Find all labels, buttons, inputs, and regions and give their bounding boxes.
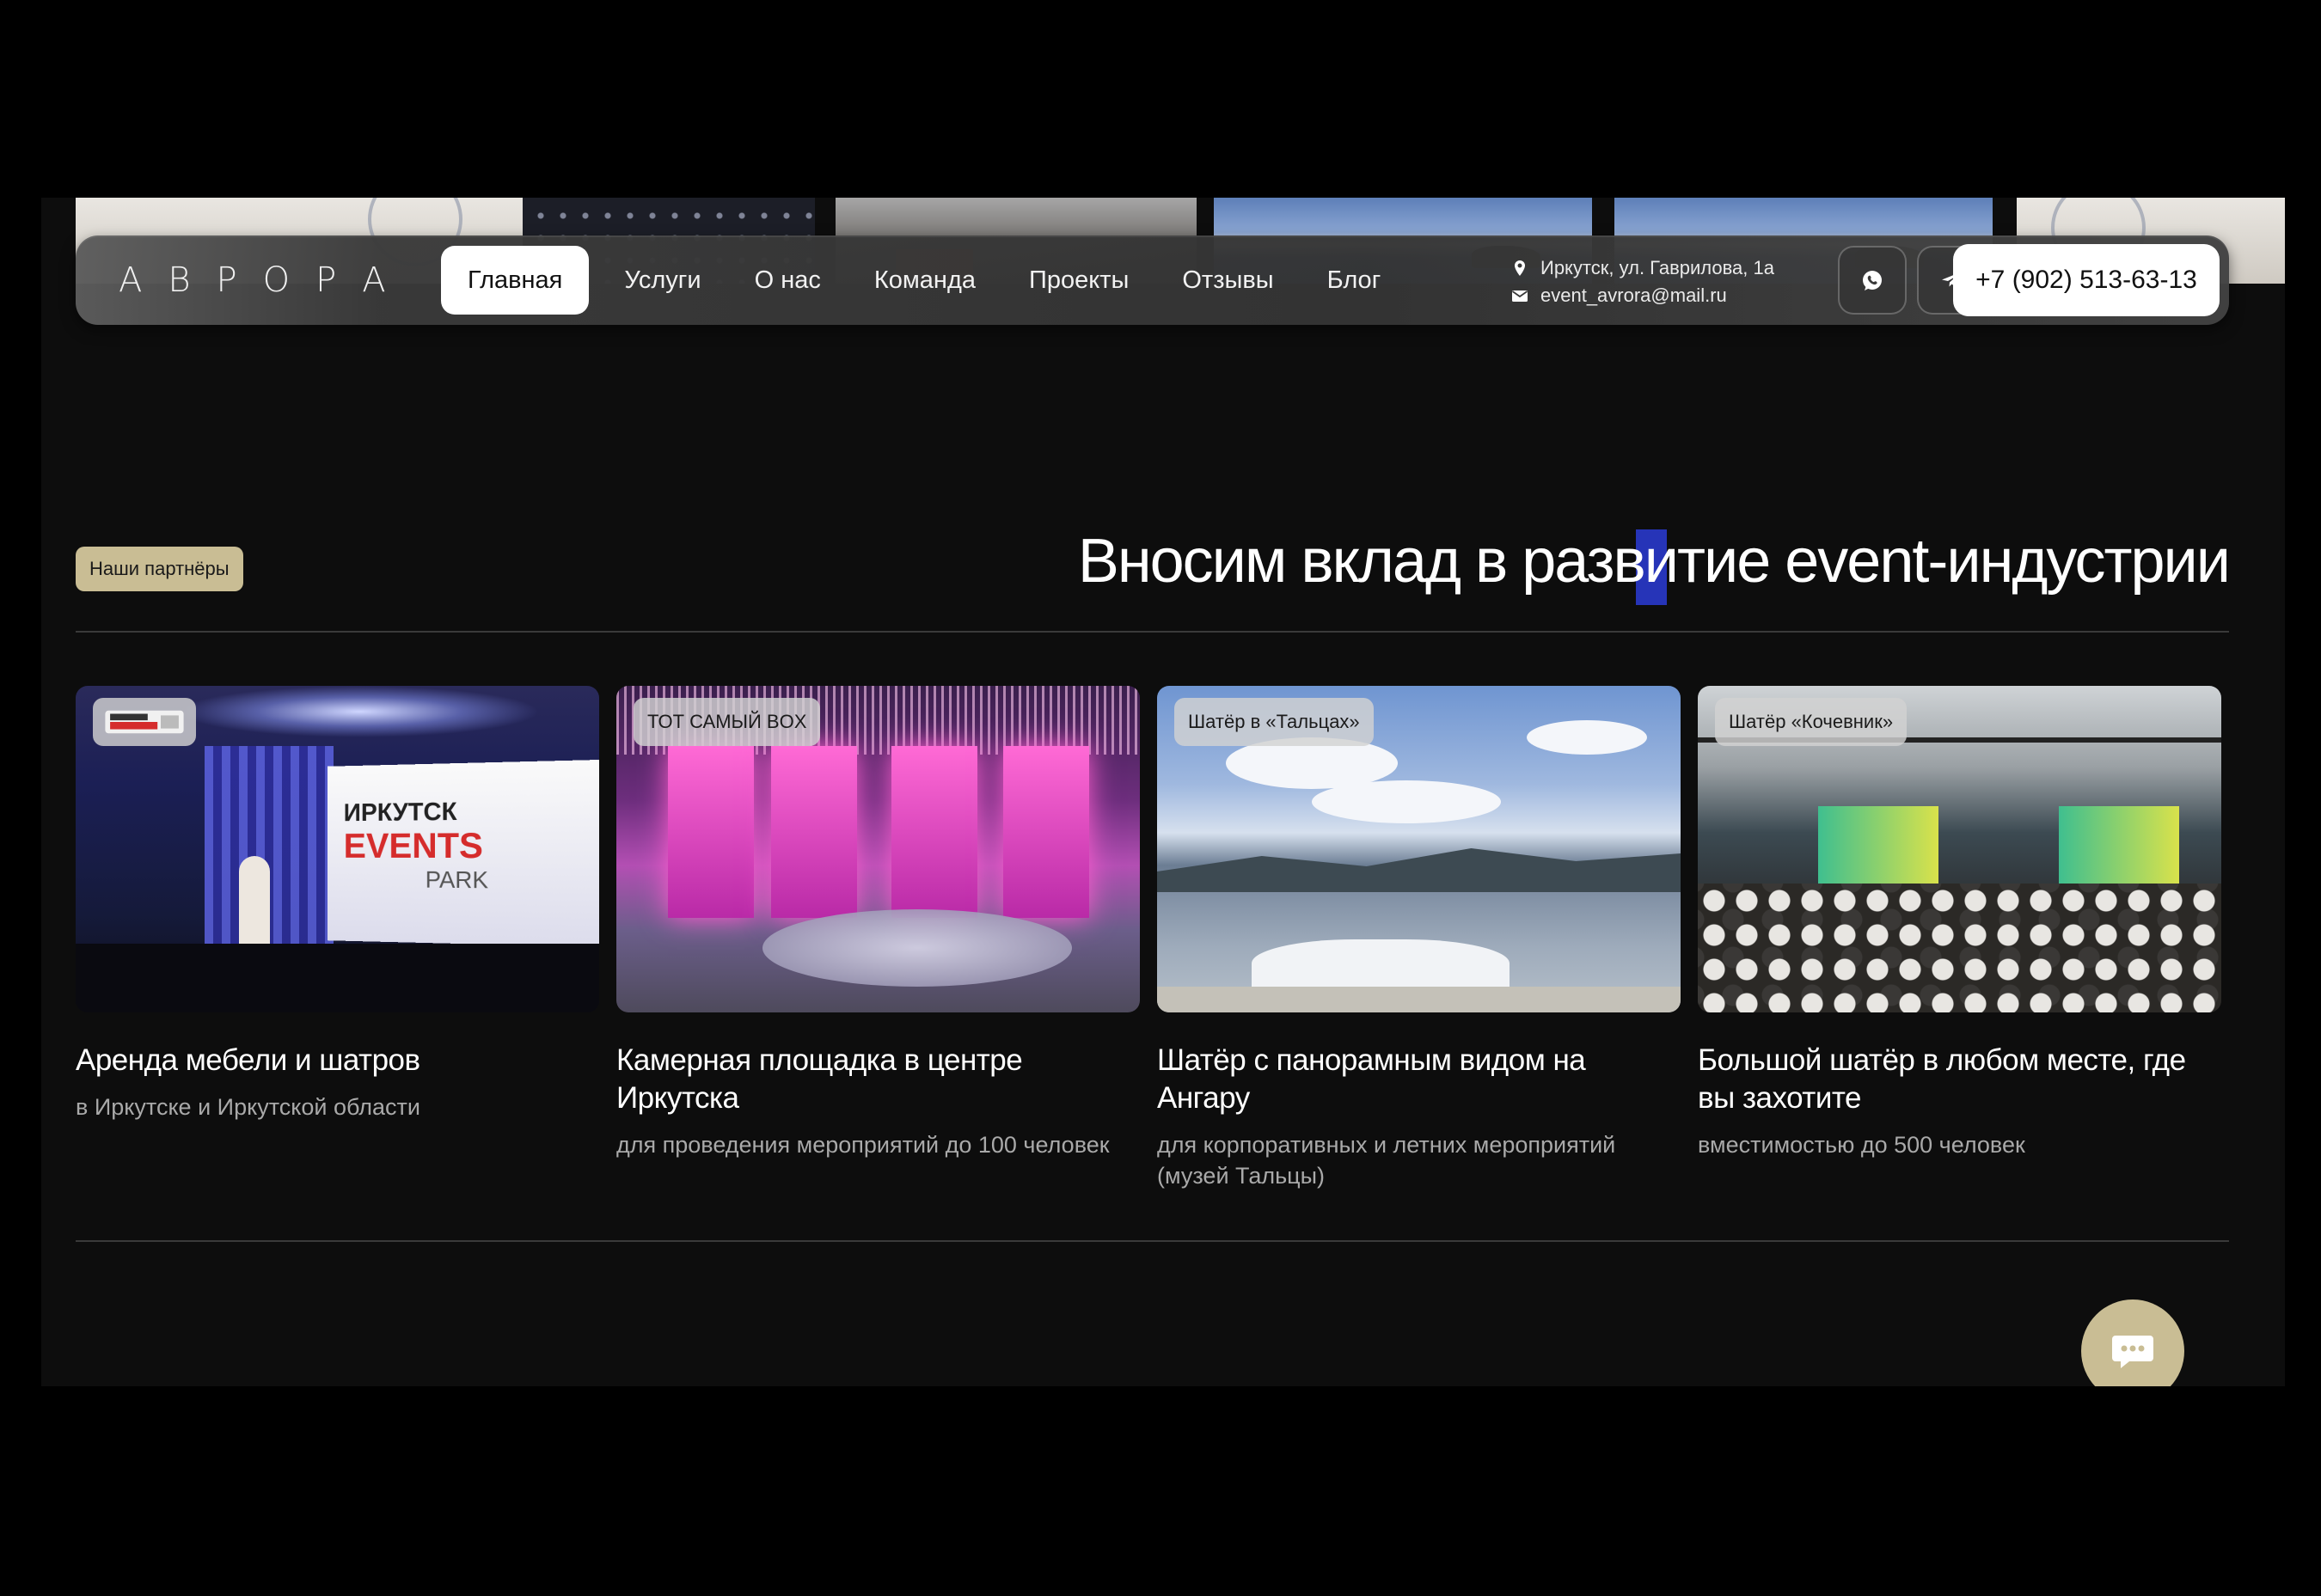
- partner-card[interactable]: ТОТ САМЫЙ BOX Камерная площадка в центре…: [616, 686, 1140, 1160]
- nav-item-team[interactable]: Команда: [848, 246, 1002, 315]
- divider-top: [76, 631, 2229, 633]
- screen-text-city: ИРКУТСК: [343, 798, 457, 828]
- nav-item-home[interactable]: Главная: [441, 246, 590, 315]
- chat-button[interactable]: [2081, 1299, 2184, 1386]
- section-title: Вносим вклад в развитие event-индустрии: [1077, 527, 2231, 596]
- card-image[interactable]: Шатёр в «Тальцах»: [1157, 686, 1681, 1012]
- partner-logo-tag: [93, 698, 196, 746]
- address-text: Иркутск, ул. Гаврилова, 1а: [1540, 257, 1774, 278]
- main-nav: Главная Услуги О нас Команда Проекты Отз…: [441, 246, 1407, 315]
- nav-item-reviews[interactable]: Отзывы: [1155, 246, 1300, 315]
- card-image[interactable]: ТОТ САМЫЙ BOX: [616, 686, 1140, 1012]
- card-subtitle: в Иркутске и Иркутской области: [76, 1094, 420, 1120]
- envelope-icon: [1511, 290, 1528, 302]
- screen-text-events: EVENTS: [343, 824, 483, 866]
- whatsapp-icon: [1863, 271, 1882, 290]
- nav-item-services[interactable]: Услуги: [597, 246, 727, 315]
- header-contacts: Иркутск, ул. Гаврилова, 1а event_avrora@…: [1511, 254, 1774, 309]
- site-header: АВРОРА Главная Услуги О нас Команда Прое…: [76, 235, 2229, 325]
- logo[interactable]: АВРОРА: [119, 260, 412, 300]
- phone-button[interactable]: +7 (902) 513-63-13: [1953, 244, 2220, 316]
- nav-item-about[interactable]: О нас: [728, 246, 848, 315]
- partner-card[interactable]: ИРКУТСК EVENTS PARK Аренда мебели и шатр…: [76, 686, 599, 1122]
- card-image[interactable]: Шатёр «Кочевник»: [1698, 686, 2221, 1012]
- partner-cards: ИРКУТСК EVENTS PARK Аренда мебели и шатр…: [76, 686, 2229, 1202]
- events-park-logo-icon: [105, 710, 184, 734]
- card-tag: Шатёр «Кочевник»: [1715, 698, 1908, 746]
- address-row[interactable]: Иркутск, ул. Гаврилова, 1а: [1511, 254, 1774, 282]
- card-tag: ТОТ САМЫЙ BOX: [634, 698, 821, 746]
- location-pin-icon: [1515, 260, 1525, 276]
- card-title: Камерная площадка в центре Иркутска: [616, 1043, 1023, 1115]
- email-row[interactable]: event_avrora@mail.ru: [1511, 282, 1774, 309]
- divider-bottom: [76, 1240, 2229, 1242]
- section-badge: Наши партнёры: [76, 547, 243, 591]
- card-subtitle: для проведения мероприятий до 100 челове…: [616, 1132, 1110, 1158]
- partner-card[interactable]: Шатёр в «Тальцах» Шатёр с панорамным вид…: [1157, 686, 1681, 1191]
- card-tag: Шатёр в «Тальцах»: [1174, 698, 1374, 746]
- events-park-screen: ИРКУТСК EVENTS PARK: [328, 759, 599, 948]
- whatsapp-button[interactable]: [1838, 246, 1907, 315]
- chat-bubble-icon: [2112, 1336, 2153, 1368]
- nav-item-blog[interactable]: Блог: [1301, 246, 1408, 315]
- card-subtitle: вместимостью до 500 человек: [1698, 1132, 2025, 1158]
- card-title: Аренда мебели и шатров: [76, 1043, 420, 1077]
- page-viewport: АВРОРА Главная Услуги О нас Команда Прое…: [41, 198, 2285, 1386]
- card-subtitle: для корпоративных и летних мероприятий (…: [1157, 1132, 1616, 1189]
- card-image[interactable]: ИРКУТСК EVENTS PARK: [76, 686, 599, 1012]
- nav-item-projects[interactable]: Проекты: [1002, 246, 1155, 315]
- email-text: event_avrora@mail.ru: [1540, 284, 1727, 306]
- screen-text-park: PARK: [425, 865, 489, 894]
- partner-card[interactable]: Шатёр «Кочевник» Большой шатёр в любом м…: [1698, 686, 2221, 1160]
- card-title: Шатёр с панорамным видом на Ангару: [1157, 1043, 1586, 1115]
- card-title: Большой шатёр в любом месте, где вы захо…: [1698, 1043, 2186, 1115]
